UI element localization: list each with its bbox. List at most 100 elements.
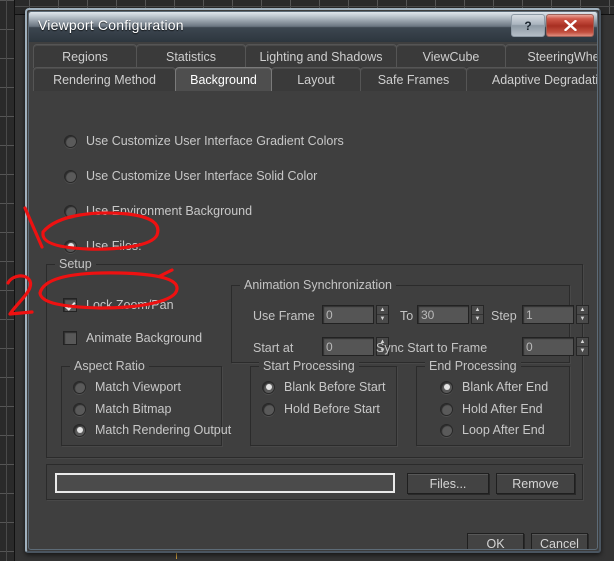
sync-start-spinner[interactable]: ▲ ▼ bbox=[522, 337, 589, 356]
step-input[interactable] bbox=[522, 305, 574, 324]
option-solid-color[interactable]: Use Customize User Interface Solid Color bbox=[64, 169, 317, 183]
tab-background[interactable]: Background bbox=[175, 67, 272, 91]
animation-synchronization-group-title: Animation Synchronization bbox=[240, 278, 396, 292]
hold-before-start-option[interactable]: Hold Before Start bbox=[262, 402, 380, 416]
radio-hold-after-end[interactable] bbox=[440, 402, 453, 416]
hold-after-end-option[interactable]: Hold After End bbox=[440, 402, 543, 416]
help-button[interactable]: ? bbox=[511, 14, 545, 37]
cancel-button[interactable]: Cancel bbox=[531, 533, 588, 549]
aspect-match-bitmap-label: Match Bitmap bbox=[95, 402, 172, 416]
background-file-path-input[interactable] bbox=[55, 473, 395, 493]
dialog-titlebar[interactable]: Viewport Configuration ? bbox=[29, 12, 597, 42]
end-processing-group-title: End Processing bbox=[425, 359, 521, 373]
tab-row-1: Regions Statistics Lighting and Shadows … bbox=[33, 44, 597, 68]
to-frame-spinner[interactable]: ▲ ▼ bbox=[417, 305, 484, 324]
option-gradient-colors-label: Use Customize User Interface Gradient Co… bbox=[86, 134, 344, 148]
sync-start-input[interactable] bbox=[522, 337, 574, 356]
blank-before-start-label: Blank Before Start bbox=[284, 380, 386, 394]
loop-after-end-label: Loop After End bbox=[462, 423, 545, 437]
aspect-ratio-group: Aspect Ratio Match Viewport Match Bitmap… bbox=[61, 359, 231, 446]
option-environment-background-label: Use Environment Background bbox=[86, 204, 253, 218]
aspect-match-rendering-output[interactable]: Match Rendering Output bbox=[73, 423, 231, 437]
hold-after-end-label: Hold After End bbox=[462, 402, 543, 416]
option-environment-background[interactable]: Use Environment Background bbox=[64, 204, 252, 218]
spinner-down-icon[interactable]: ▼ bbox=[577, 315, 588, 323]
tab-safe-frames[interactable]: Safe Frames bbox=[360, 67, 467, 91]
aspect-ratio-group-title: Aspect Ratio bbox=[70, 359, 149, 373]
spinner-up-icon[interactable]: ▲ bbox=[577, 338, 588, 347]
to-frame-spinner-buttons[interactable]: ▲ ▼ bbox=[471, 305, 484, 324]
radio-hold-before-start[interactable] bbox=[262, 402, 275, 416]
step-label: Step bbox=[491, 309, 517, 323]
step-spinner[interactable]: ▲ ▼ bbox=[522, 305, 589, 324]
setup-group: Setup Lock Zoom/Pan Animate Background A… bbox=[46, 257, 589, 458]
use-frame-input[interactable] bbox=[322, 305, 374, 324]
viewport-configuration-dialog: Viewport Configuration ? Regions Statist… bbox=[25, 8, 601, 553]
radio-match-bitmap[interactable] bbox=[73, 402, 86, 416]
spinner-down-icon[interactable]: ▼ bbox=[577, 347, 588, 355]
hold-before-start-label: Hold Before Start bbox=[284, 402, 380, 416]
tab-adaptive-degradation[interactable]: Adaptive Degradation bbox=[466, 67, 597, 91]
radio-blank-after-end[interactable] bbox=[440, 380, 453, 394]
dialog-inner: Viewport Configuration ? Regions Statist… bbox=[28, 11, 598, 550]
spinner-down-icon[interactable]: ▼ bbox=[377, 315, 388, 323]
to-label: To bbox=[400, 309, 414, 323]
close-button[interactable] bbox=[546, 14, 594, 37]
ruler-marker bbox=[176, 553, 177, 559]
lock-zoom-pan-label: Lock Zoom/Pan bbox=[86, 298, 174, 312]
ok-button[interactable]: OK bbox=[467, 533, 524, 549]
start-processing-group-title: Start Processing bbox=[259, 359, 359, 373]
radio-environment-background[interactable] bbox=[64, 204, 77, 218]
spinner-up-icon[interactable]: ▲ bbox=[472, 306, 483, 315]
start-at-label: Start at bbox=[253, 341, 294, 355]
to-frame-input[interactable] bbox=[417, 305, 469, 324]
tab-bar: Regions Statistics Lighting and Shadows … bbox=[29, 42, 597, 94]
radio-match-rendering-output[interactable] bbox=[73, 423, 86, 437]
remove-button[interactable]: Remove bbox=[496, 473, 575, 494]
start-processing-group: Start Processing Blank Before Start Hold… bbox=[250, 359, 397, 446]
background-panel: Use Customize User Interface Gradient Co… bbox=[32, 94, 594, 549]
aspect-match-bitmap[interactable]: Match Bitmap bbox=[73, 402, 171, 416]
tab-steeringwheels[interactable]: SteeringWheels bbox=[505, 44, 597, 68]
spinner-down-icon[interactable]: ▼ bbox=[472, 315, 483, 323]
tab-lighting-and-shadows[interactable]: Lighting and Shadows bbox=[245, 44, 397, 68]
radio-match-viewport[interactable] bbox=[73, 380, 86, 394]
blank-before-start-option[interactable]: Blank Before Start bbox=[262, 380, 385, 394]
step-spinner-buttons[interactable]: ▲ ▼ bbox=[576, 305, 589, 324]
spinner-up-icon[interactable]: ▲ bbox=[577, 306, 588, 315]
tab-row-2: Rendering Method Background Layout Safe … bbox=[33, 67, 597, 91]
use-frame-label: Use Frame bbox=[253, 309, 315, 323]
window-buttons: ? bbox=[511, 14, 594, 37]
use-frame-spinner-buttons[interactable]: ▲ ▼ bbox=[376, 305, 389, 324]
blank-after-end-label: Blank After End bbox=[462, 380, 549, 394]
tab-regions[interactable]: Regions bbox=[33, 44, 137, 68]
lock-zoom-pan-checkbox[interactable]: Lock Zoom/Pan bbox=[63, 298, 174, 312]
aspect-match-viewport[interactable]: Match Viewport bbox=[73, 380, 181, 394]
loop-after-end-option[interactable]: Loop After End bbox=[440, 423, 545, 437]
tab-layout[interactable]: Layout bbox=[271, 67, 361, 91]
start-at-input[interactable] bbox=[322, 337, 374, 356]
use-frame-spinner[interactable]: ▲ ▼ bbox=[322, 305, 389, 324]
radio-loop-after-end[interactable] bbox=[440, 423, 453, 437]
radio-blank-before-start[interactable] bbox=[262, 380, 275, 394]
radio-gradient-colors[interactable] bbox=[64, 134, 77, 148]
radio-use-files[interactable] bbox=[64, 239, 77, 253]
tab-viewcube[interactable]: ViewCube bbox=[396, 44, 506, 68]
ruler-vertical bbox=[0, 0, 15, 561]
checkbox-animate-background[interactable] bbox=[63, 331, 77, 345]
sync-start-spinner-buttons[interactable]: ▲ ▼ bbox=[576, 337, 589, 356]
tab-rendering-method[interactable]: Rendering Method bbox=[33, 67, 176, 91]
spinner-up-icon[interactable]: ▲ bbox=[377, 306, 388, 315]
sync-start-to-frame-label: Sync Start to Frame bbox=[376, 341, 488, 355]
animation-synchronization-group: Animation Synchronization Use Frame ▲ ▼ … bbox=[231, 278, 589, 363]
use-files-option[interactable]: Use Files: bbox=[64, 239, 142, 253]
radio-solid-color[interactable] bbox=[64, 169, 77, 183]
files-button[interactable]: Files... bbox=[407, 473, 489, 494]
option-solid-color-label: Use Customize User Interface Solid Color bbox=[86, 169, 318, 183]
animate-background-checkbox[interactable]: Animate Background bbox=[63, 331, 202, 345]
blank-after-end-option[interactable]: Blank After End bbox=[440, 380, 548, 394]
option-gradient-colors[interactable]: Use Customize User Interface Gradient Co… bbox=[64, 134, 344, 148]
checkbox-lock-zoom-pan[interactable] bbox=[63, 298, 77, 312]
setup-group-title: Setup bbox=[55, 257, 96, 271]
tab-statistics[interactable]: Statistics bbox=[136, 44, 246, 68]
